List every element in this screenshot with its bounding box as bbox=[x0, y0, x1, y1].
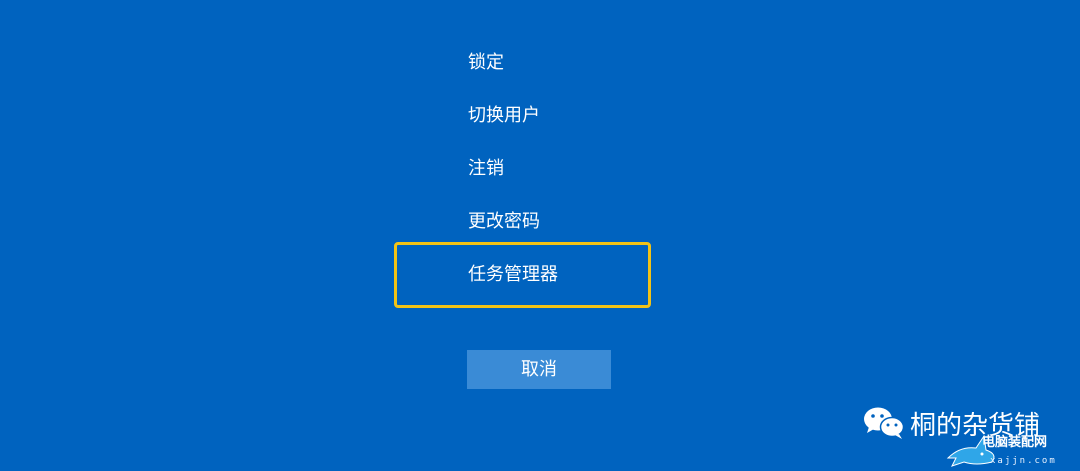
sign-out-option[interactable]: 注销 bbox=[394, 143, 651, 195]
site-url-label: xajjn.com bbox=[990, 456, 1057, 466]
change-password-option[interactable]: 更改密码 bbox=[394, 196, 651, 248]
switch-user-option[interactable]: 切换用户 bbox=[394, 90, 651, 142]
wechat-icon bbox=[864, 407, 905, 439]
site-name-label: 电脑装配网 bbox=[982, 435, 1048, 450]
ctrl-alt-del-screen: 锁定 切换用户 注销 更改密码 任务管理器 取消 桐的杂货铺 电脑装配网 xaj… bbox=[0, 0, 1080, 471]
lock-option[interactable]: 锁定 bbox=[394, 37, 651, 89]
cancel-button[interactable]: 取消 bbox=[467, 350, 611, 389]
task-manager-option[interactable]: 任务管理器 bbox=[394, 242, 651, 308]
